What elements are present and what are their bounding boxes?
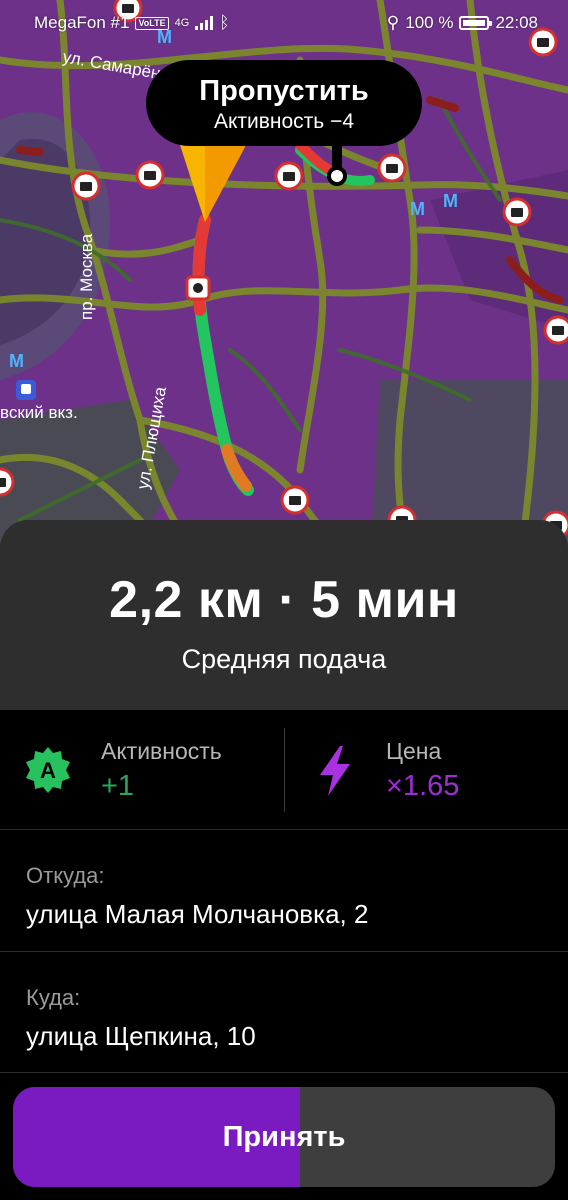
volte-badge: VoLTE	[135, 16, 169, 30]
activity-badge-icon: A	[26, 747, 70, 793]
pickup-address: Откуда: улица Малая Молчановка, 2	[0, 831, 568, 952]
skip-title: Пропустить	[199, 75, 369, 107]
clock: 22:08	[495, 13, 538, 32]
metro-icon: М	[410, 199, 425, 219]
stats-divider	[284, 728, 285, 812]
station-label: вский вкз.	[0, 403, 78, 422]
signal-icon	[195, 16, 214, 30]
battery-percent: 100 %	[405, 13, 454, 32]
skip-order-button[interactable]: Пропустить Активность −4	[146, 60, 422, 146]
battery-icon	[459, 16, 493, 30]
destination-label: Куда:	[26, 985, 81, 1010]
bluetooth-icon: ᛒ	[219, 13, 230, 32]
order-summary: 2,2 км · 5 мин Средняя подача	[0, 520, 568, 710]
destination-address: Куда: улица Щепкина, 10	[0, 953, 568, 1073]
street-label-2: пр. Москва	[77, 233, 96, 320]
accept-label: Принять	[222, 1120, 346, 1153]
distance-time: 2,2 км · 5 мин	[109, 571, 459, 629]
activity-label: Активность	[101, 738, 222, 764]
feed-type: Средняя подача	[181, 644, 387, 674]
lightning-icon	[320, 746, 350, 796]
destination-value: улица Щепкина, 10	[26, 1021, 256, 1051]
status-bar: MegaFon #1 VoLTE 4G ᛒ ⚲ 100 % 22:08	[0, 0, 568, 46]
carrier-name: MegaFon #1	[34, 13, 130, 32]
destination-pin	[327, 166, 347, 186]
activity-badge-letter: A	[40, 758, 56, 783]
activity-value: +1	[101, 770, 135, 802]
pickup-label: Откуда:	[26, 863, 105, 888]
network-type: 4G	[174, 17, 190, 29]
railway-station-icon	[16, 380, 36, 400]
metro-icon: М	[9, 351, 24, 371]
accident-icon	[185, 275, 211, 301]
price-label: Цена	[386, 738, 442, 764]
accept-button[interactable]: Принять	[13, 1087, 555, 1187]
skip-activity-penalty: Активность −4	[213, 110, 355, 133]
pickup-value: улица Малая Молчановка, 2	[26, 899, 369, 929]
price-multiplier: ×1.65	[386, 770, 460, 802]
metro-icon: М	[443, 191, 458, 211]
location-icon: ⚲	[386, 13, 400, 32]
order-stats	[0, 710, 568, 830]
